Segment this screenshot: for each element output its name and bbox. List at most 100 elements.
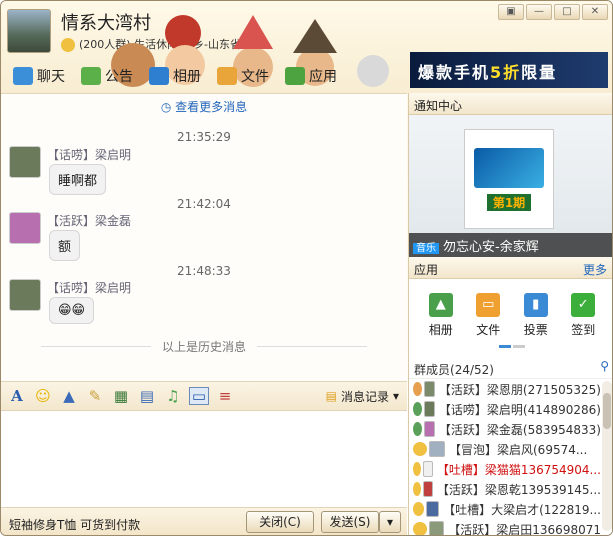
- member-scrollbar[interactable]: [602, 381, 612, 531]
- tab-announcement[interactable]: 公告: [75, 63, 139, 89]
- notice-header: 通知中心: [409, 93, 612, 115]
- song-title: 勿忘心安-余家辉: [443, 240, 539, 255]
- message-time: 21:42:04: [177, 197, 231, 211]
- tab-chat[interactable]: 聊天: [7, 63, 71, 89]
- member-avatar: [423, 381, 435, 397]
- member-row[interactable]: 【话唠】梁启明(414890286): [409, 399, 601, 419]
- ad-text: 爆款手机: [418, 63, 491, 82]
- member-avatar: [423, 401, 435, 417]
- member-row[interactable]: 【活跃】梁启田136698071: [409, 519, 601, 535]
- input-toolbar: A ☺ ▲ ✎ ▦ ▤ ♫ ▭ ≡ ▤ 消息记录 ▾: [1, 381, 407, 411]
- emoji-icon[interactable]: ☺: [33, 387, 53, 405]
- apps-more-link[interactable]: 更多: [583, 261, 607, 278]
- music-card[interactable]: 第1期 音乐 勿忘心安-余家辉: [409, 115, 612, 257]
- message-bubble: 睡啊都: [49, 164, 107, 195]
- member-avatar: [428, 521, 445, 535]
- announcement-icon: [81, 67, 101, 85]
- app-vote[interactable]: ▮ 投票: [523, 293, 548, 347]
- message-input[interactable]: [1, 411, 407, 507]
- tab-album[interactable]: 相册: [143, 63, 207, 89]
- tab-label: 聊天: [37, 69, 65, 85]
- members-count: (24/52): [450, 363, 494, 377]
- chat-history[interactable]: ◷ 查看更多消息 21:35:29 【话唠】梁启明 睡啊都 21:42:04 【…: [1, 93, 407, 381]
- more-messages-link[interactable]: ◷ 查看更多消息: [1, 98, 407, 115]
- send-options-button[interactable]: ▾: [379, 511, 401, 533]
- ad-banner[interactable]: 爆款手机5折限量: [410, 52, 608, 88]
- members-header: 群成员(24/52) ⚲: [409, 357, 612, 379]
- sender-name[interactable]: 【话唠】梁启明: [47, 279, 131, 296]
- message-time: 21:48:33: [177, 264, 231, 278]
- star-icon: [413, 442, 427, 456]
- more-messages-label: 查看更多消息: [175, 100, 248, 114]
- bottom-bar: 短袖修身T恤 可货到付款 关闭(C) 发送(S) ▾: [1, 507, 407, 535]
- role-icon: [413, 382, 422, 396]
- cover-art-icon: [474, 147, 544, 188]
- scrollbar-thumb[interactable]: [603, 393, 611, 429]
- doc-icon[interactable]: ▤: [137, 387, 157, 405]
- magic-icon[interactable]: ▲: [59, 387, 79, 405]
- group-level-icon: [61, 38, 75, 52]
- member-name: 【冒泡】梁启风(69574...: [449, 442, 588, 457]
- vote-icon: ▮: [523, 293, 548, 317]
- checkin-icon: ✓: [571, 293, 596, 317]
- member-avatar: [426, 501, 440, 517]
- tab-bar: 聊天 公告 相册 文件 应用: [7, 63, 343, 89]
- note-icon[interactable]: ✎: [85, 387, 105, 405]
- minimize-button[interactable]: —: [526, 4, 552, 20]
- send-button[interactable]: 发送(S): [321, 511, 379, 533]
- tab-label: 应用: [309, 69, 337, 85]
- close-window-button[interactable]: ✕: [582, 4, 608, 20]
- sender-avatar[interactable]: [9, 279, 41, 311]
- member-name: 【活跃】梁恩乾139539145...: [436, 482, 601, 497]
- member-name: 【活跃】梁恩朋(271505325): [438, 382, 601, 397]
- music-icon[interactable]: ♫: [163, 387, 183, 405]
- message-time: 21:35:29: [177, 130, 231, 144]
- album-cover[interactable]: 第1期: [464, 129, 554, 229]
- history-button[interactable]: ▤ 消息记录 ▾: [326, 388, 399, 405]
- member-name: 【吐槽】大梁启才(122819...: [443, 502, 601, 517]
- promo-link[interactable]: 短袖修身T恤 可货到付款: [9, 516, 140, 533]
- sender-avatar[interactable]: [9, 146, 41, 178]
- group-avatar[interactable]: [7, 9, 51, 53]
- role-icon: [413, 422, 422, 436]
- member-row[interactable]: 【吐槽】梁猫猫136754904...: [409, 459, 601, 479]
- screenshot-icon[interactable]: ▭: [189, 387, 209, 405]
- window-controls: ▣ — □ ✕: [498, 4, 608, 20]
- ad-tail: 限量: [521, 63, 558, 82]
- page-indicator: [499, 345, 525, 348]
- app-album[interactable]: ▲ 相册: [428, 293, 453, 347]
- app-files[interactable]: ▭ 文件: [476, 293, 500, 347]
- app-label: 相册: [428, 323, 453, 337]
- sender-name[interactable]: 【活跃】梁金磊: [47, 212, 131, 229]
- apps-header: 应用 更多: [409, 257, 612, 279]
- member-row[interactable]: 【活跃】梁恩朋(271505325): [409, 379, 601, 399]
- font-icon[interactable]: A: [7, 387, 27, 405]
- image-icon[interactable]: ▦: [111, 387, 131, 405]
- skin-button[interactable]: ▣: [498, 4, 524, 20]
- message-bubble: 😁😁: [49, 297, 95, 324]
- apps-icon: [285, 67, 305, 85]
- member-row[interactable]: 【活跃】梁恩乾139539145...: [409, 479, 601, 499]
- member-row[interactable]: 【吐槽】大梁启才(122819...: [409, 499, 601, 519]
- app-label: 投票: [523, 323, 548, 337]
- app-checkin[interactable]: ✓ 签到: [571, 293, 595, 347]
- sender-name[interactable]: 【话唠】梁启明: [47, 146, 131, 163]
- member-avatar: [429, 441, 445, 457]
- more-tools-icon[interactable]: ≡: [215, 387, 235, 405]
- group-info: (200人群) 生活休闲-同乡-山东省: [61, 36, 241, 52]
- member-list: 群成员(24/52) ⚲ 【活跃】梁恩朋(271505325) 【话唠】梁启明(4…: [409, 357, 612, 535]
- star-icon: [413, 522, 427, 535]
- member-row[interactable]: 【活跃】梁金磊(583954833): [409, 419, 601, 439]
- maximize-button[interactable]: □: [554, 4, 580, 20]
- tab-apps[interactable]: 应用: [279, 63, 343, 89]
- members-title: 群成员: [414, 363, 451, 377]
- tab-files[interactable]: 文件: [211, 63, 275, 89]
- close-button[interactable]: 关闭(C): [246, 511, 314, 533]
- member-row[interactable]: 【冒泡】梁启风(69574...: [409, 439, 601, 459]
- album-icon: [149, 67, 169, 85]
- member-name: 【话唠】梁启明(414890286): [438, 402, 601, 417]
- sender-avatar[interactable]: [9, 212, 41, 244]
- group-info-text: (200人群) 生活休闲-同乡-山东省: [79, 38, 242, 51]
- search-icon[interactable]: ⚲: [600, 359, 609, 373]
- song-bar[interactable]: 音乐 勿忘心安-余家辉: [409, 233, 612, 257]
